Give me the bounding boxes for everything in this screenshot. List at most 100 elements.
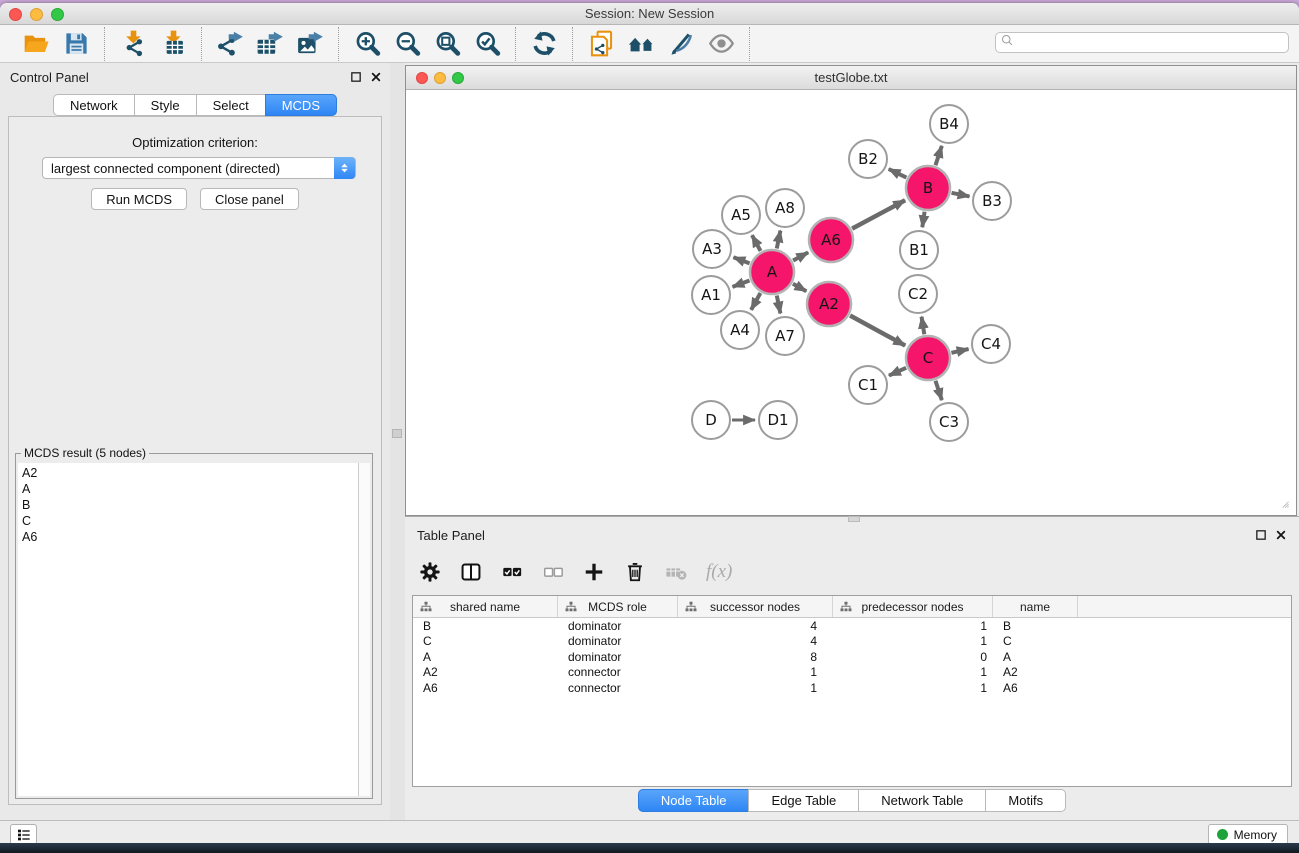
table-cell[interactable]: 0: [833, 650, 993, 664]
column-header-name[interactable]: name: [993, 596, 1078, 617]
table-cell[interactable]: 4: [678, 619, 833, 633]
task-list-button[interactable]: [10, 824, 37, 845]
table-cell[interactable]: C: [993, 634, 1078, 648]
graph-node-B[interactable]: B: [906, 166, 950, 210]
graph-edge-A-A7[interactable]: [777, 296, 781, 314]
table-cell[interactable]: connector: [558, 681, 678, 695]
table-cell[interactable]: 1: [678, 681, 833, 695]
graph-node-C4[interactable]: C4: [972, 325, 1010, 363]
graph-node-A6[interactable]: A6: [809, 218, 853, 262]
result-item[interactable]: C: [22, 513, 358, 529]
graph-node-A3[interactable]: A3: [693, 230, 731, 268]
unselect-all-icon[interactable]: [540, 559, 566, 585]
column-view-icon[interactable]: [458, 559, 484, 585]
graph-node-C3[interactable]: C3: [930, 403, 968, 441]
table-cell[interactable]: A: [993, 650, 1078, 664]
zoom-in-icon[interactable]: [347, 28, 387, 60]
graph-edge-A2-C[interactable]: [850, 315, 905, 345]
graph-edge-B-B4[interactable]: [935, 146, 941, 165]
graph-node-D1[interactable]: D1: [759, 401, 797, 439]
column-header-successor-nodes[interactable]: successor nodes: [678, 596, 833, 617]
mcds-result-list[interactable]: A2ABCA6: [18, 463, 358, 796]
table-row[interactable]: A6connector11A6: [413, 680, 1291, 696]
close-panel-icon[interactable]: [1274, 528, 1287, 541]
table-cell[interactable]: A2: [993, 665, 1078, 679]
graph-edge-C-C1[interactable]: [889, 368, 906, 376]
graph-node-C1[interactable]: C1: [849, 366, 887, 404]
table-cell[interactable]: A6: [413, 681, 558, 695]
open-folder-icon[interactable]: [16, 28, 56, 60]
graph-node-B1[interactable]: B1: [900, 231, 938, 269]
run-mcds-button[interactable]: Run MCDS: [91, 188, 187, 210]
graph-node-A8[interactable]: A8: [766, 189, 804, 227]
select-all-icon[interactable]: [499, 559, 525, 585]
network-canvas[interactable]: B4B2BB3A8A5A6A3B1AA1C2A2A4A7C4CC1C3DD1: [406, 91, 1296, 515]
result-item[interactable]: A6: [22, 529, 358, 545]
graph-node-A1[interactable]: A1: [692, 276, 730, 314]
tab-edge-table[interactable]: Edge Table: [748, 789, 858, 812]
export-table-icon[interactable]: [250, 28, 290, 60]
graph-node-B4[interactable]: B4: [930, 105, 968, 143]
resize-grip-icon[interactable]: [1281, 500, 1295, 514]
graph-node-A5[interactable]: A5: [722, 196, 760, 234]
float-panel-icon[interactable]: [349, 70, 362, 83]
column-header-predecessor-nodes[interactable]: predecessor nodes: [833, 596, 993, 617]
graph-edge-A-A4[interactable]: [751, 293, 760, 310]
home-icon[interactable]: [621, 28, 661, 60]
table-cell[interactable]: 4: [678, 634, 833, 648]
table-row[interactable]: Adominator80A: [413, 649, 1291, 665]
criterion-dropdown[interactable]: largest connected component (directed): [42, 157, 356, 179]
graph-node-C[interactable]: C: [906, 336, 950, 380]
graph-edge-C-C2[interactable]: [922, 317, 925, 335]
graph-edge-A-A2[interactable]: [793, 284, 806, 292]
zoom-out-icon[interactable]: [387, 28, 427, 60]
delete-icon[interactable]: [622, 559, 648, 585]
result-scrollbar[interactable]: [358, 463, 370, 796]
graph-edge-B-B3[interactable]: [952, 193, 970, 197]
table-cell[interactable]: 1: [833, 619, 993, 633]
graph-node-C2[interactable]: C2: [899, 275, 937, 313]
graph-edge-B-B2[interactable]: [889, 169, 907, 178]
delete-column-icon[interactable]: [663, 559, 689, 585]
memory-button[interactable]: Memory: [1208, 824, 1288, 845]
save-icon[interactable]: [56, 28, 96, 60]
table-row[interactable]: Bdominator41B: [413, 618, 1291, 634]
table-cell[interactable]: 8: [678, 650, 833, 664]
graph-edge-A-A8[interactable]: [777, 231, 781, 249]
table-row[interactable]: A2connector11A2: [413, 665, 1291, 681]
table-cell[interactable]: C: [413, 634, 558, 648]
add-icon[interactable]: [581, 559, 607, 585]
splitter-handle[interactable]: [392, 429, 402, 438]
graph-edge-C-C3[interactable]: [935, 381, 941, 400]
table-row[interactable]: Cdominator41C: [413, 634, 1291, 650]
search-input[interactable]: [1015, 34, 1288, 51]
graph-node-B2[interactable]: B2: [849, 140, 887, 178]
column-header-MCDS-role[interactable]: MCDS role: [558, 596, 678, 617]
table-cell[interactable]: dominator: [558, 619, 678, 633]
table-cell[interactable]: A: [413, 650, 558, 664]
zoom-selected-icon[interactable]: [467, 28, 507, 60]
graph-edge-A6-B[interactable]: [852, 200, 905, 228]
column-header-shared-name[interactable]: shared name: [413, 596, 558, 617]
gear-icon[interactable]: [417, 559, 443, 585]
table-cell[interactable]: dominator: [558, 634, 678, 648]
search-box[interactable]: [995, 32, 1289, 53]
graph-edge-B-B1[interactable]: [922, 212, 924, 227]
tab-mcds[interactable]: MCDS: [265, 94, 337, 116]
table-cell[interactable]: dominator: [558, 650, 678, 664]
close-panel-button[interactable]: Close panel: [200, 188, 299, 210]
import-network-icon[interactable]: [113, 28, 153, 60]
graph-edge-A-A1[interactable]: [733, 280, 750, 286]
graph-edge-A-A5[interactable]: [752, 235, 761, 251]
close-panel-icon[interactable]: [369, 70, 382, 83]
result-item[interactable]: B: [22, 497, 358, 513]
graph-node-A2[interactable]: A2: [807, 282, 851, 326]
network-window-titlebar[interactable]: testGlobe.txt: [406, 66, 1296, 90]
graph-node-A7[interactable]: A7: [766, 317, 804, 355]
table-cell[interactable]: B: [993, 619, 1078, 633]
table-cell[interactable]: B: [413, 619, 558, 633]
table-cell[interactable]: 1: [678, 665, 833, 679]
function-builder-label[interactable]: f(x): [704, 561, 732, 583]
table-cell[interactable]: A2: [413, 665, 558, 679]
import-table-icon[interactable]: [153, 28, 193, 60]
